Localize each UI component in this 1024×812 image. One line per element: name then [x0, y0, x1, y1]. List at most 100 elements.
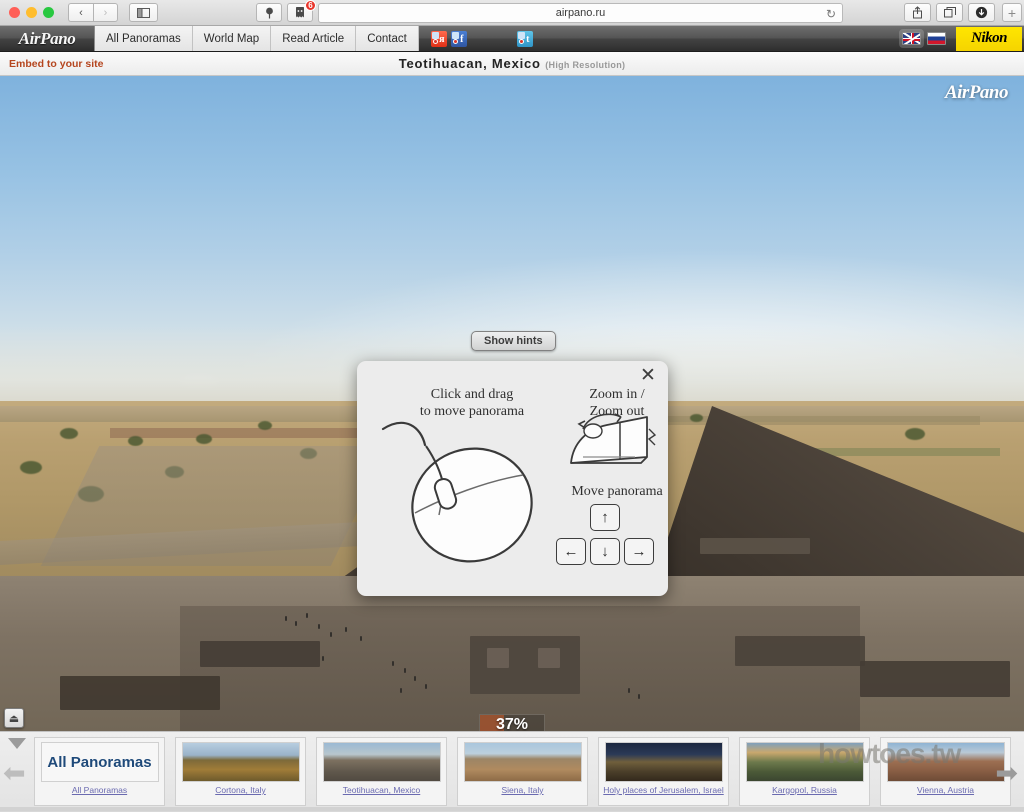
thumbnail-item-kargopol[interactable]: Kargopol, Russia — [739, 737, 870, 806]
en-flag-h2 — [903, 38, 920, 41]
nav-item-contact[interactable]: Contact — [356, 26, 419, 51]
nav-item-all-panoramas[interactable]: All Panoramas — [95, 26, 193, 51]
address-area: 6 airpano.ru ↻ — [256, 0, 843, 23]
address-input[interactable]: airpano.ru ↻ — [318, 2, 843, 23]
thumbnail-label[interactable]: Teotihuacan, Mexico — [320, 785, 444, 795]
ruin-mid-wall — [700, 538, 810, 554]
thumbnail-item-cortona[interactable]: Cortona, Italy — [175, 737, 306, 806]
visitor — [360, 636, 362, 641]
url-text: airpano.ru — [555, 6, 606, 19]
thumbnail-image — [604, 742, 723, 782]
visitor — [345, 627, 347, 632]
airpano-logo[interactable]: AirPano — [0, 26, 94, 51]
altar-inner-1 — [487, 648, 509, 668]
thumbnail-label[interactable]: Cortona, Italy — [179, 785, 303, 795]
thumbnail-item-all-panoramas[interactable]: All Panoramas All Panoramas — [34, 737, 165, 806]
vk-dot — [431, 31, 439, 39]
tw-dot — [517, 31, 525, 39]
panorama-title: Teotihuacan, Mexico (High Resolution) — [0, 56, 1024, 71]
horizontal-scrollbar[interactable] — [0, 807, 1024, 811]
pin-icon[interactable] — [256, 3, 282, 22]
minimize-window-button[interactable] — [26, 7, 37, 18]
thumbnail-label[interactable]: Kargopol, Russia — [743, 785, 867, 795]
visitor — [404, 668, 406, 673]
fb-badge — [452, 38, 458, 44]
facebook-icon[interactable]: f — [450, 30, 467, 47]
adblock-badge: 6 — [305, 0, 316, 11]
navigation-buttons: ‹ › — [68, 3, 118, 22]
altar-inner-2 — [538, 648, 560, 668]
thumbnail-image: All Panoramas — [40, 742, 159, 782]
close-icon[interactable]: ✕ — [639, 366, 657, 385]
fb-dot — [451, 31, 459, 39]
ruin-left-1 — [200, 641, 320, 667]
scroll-wheel-illustration-icon — [570, 413, 657, 464]
vk-glyph: я — [439, 34, 445, 45]
visitor — [638, 694, 640, 699]
pin-glyph — [265, 7, 273, 18]
panorama-viewport[interactable]: AirPano Show hints 37% ✕ Click and drag … — [0, 76, 1024, 731]
thumbnail-image — [886, 742, 1005, 782]
thumbnail-label[interactable]: Siena, Italy — [461, 785, 585, 795]
key-right-icon[interactable]: → — [624, 538, 654, 565]
loading-progress-bar: 37% — [479, 714, 545, 731]
filmstrip-next-button[interactable]: ➡ — [995, 760, 1018, 787]
browser-toolbar: ‹ › 6 airpano.ru ↻ + — [0, 0, 1024, 26]
vkontakte-icon[interactable]: я — [430, 30, 447, 47]
nikon-sponsor-logo[interactable]: Nikon — [956, 26, 1022, 51]
thumbnail-item-siena[interactable]: Siena, Italy — [457, 737, 588, 806]
downloads-button[interactable] — [968, 3, 995, 22]
ruin-right-1 — [735, 636, 865, 666]
key-up-icon[interactable]: ↑ — [590, 504, 620, 531]
filmstrip-left-controls: ⬅ — [0, 732, 34, 812]
en-flag-icon[interactable] — [899, 29, 924, 48]
visitor — [322, 656, 324, 661]
share-button[interactable] — [904, 3, 931, 22]
tree-5 — [258, 421, 272, 430]
collapse-triangle-icon[interactable] — [8, 738, 26, 749]
social-group-two: t — [516, 26, 533, 51]
tree-10 — [690, 414, 703, 422]
thumbnail-label[interactable]: Vienna, Austria — [884, 785, 1008, 795]
airpano-watermark: AirPano — [944, 82, 1009, 103]
forward-button[interactable]: › — [93, 3, 118, 22]
thumbnail-label[interactable]: All Panoramas — [38, 785, 162, 795]
adblock-shield-icon[interactable]: 6 — [287, 0, 316, 22]
sidebar-icon[interactable] — [129, 3, 158, 22]
filmstrip-prev-button[interactable]: ⬅ — [3, 760, 26, 787]
sidebar-glyph — [137, 7, 150, 18]
thumbnail-filmstrip: ⬅ All Panoramas All Panoramas Cortona, I… — [0, 731, 1024, 811]
tree-4 — [196, 434, 212, 444]
loading-progress-label: 37% — [495, 716, 529, 731]
nav-item-world-map[interactable]: World Map — [193, 26, 272, 51]
key-left-icon[interactable]: ← — [556, 538, 586, 565]
show-tabs-button[interactable] — [936, 3, 963, 22]
thumbnail-item-vienna[interactable]: Vienna, Austria — [880, 737, 1011, 806]
ru-flag-icon[interactable] — [927, 32, 946, 45]
reload-icon[interactable]: ↻ — [826, 7, 836, 21]
twitter-icon[interactable]: t — [516, 30, 533, 47]
tree-1 — [60, 428, 78, 439]
thumbnail-item-teotihuacan[interactable]: Teotihuacan, Mexico — [316, 737, 447, 806]
visitor — [285, 616, 287, 621]
tree-2 — [128, 436, 143, 446]
key-down-icon[interactable]: ↓ — [590, 538, 620, 565]
visitor — [400, 688, 402, 693]
eject-filmstrip-button[interactable]: ⏏ — [4, 708, 24, 728]
back-button[interactable]: ‹ — [68, 3, 93, 22]
shield-glyph — [296, 6, 304, 17]
visitor — [392, 661, 394, 666]
maximize-window-button[interactable] — [43, 7, 54, 18]
thumbnail-image — [745, 742, 864, 782]
thumbnail-label[interactable]: Holy places of Jerusalem, Israel — [602, 785, 726, 795]
sub-header: Embed to your site Teotihuacan, Mexico (… — [0, 52, 1024, 76]
thumbnail-image — [322, 742, 441, 782]
thumbnail-image — [181, 742, 300, 782]
main-navigation: All Panoramas World Map Read Article Con… — [94, 26, 419, 51]
show-hints-button[interactable]: Show hints — [471, 331, 556, 351]
thumbnail-item-jerusalem[interactable]: Holy places of Jerusalem, Israel — [598, 737, 729, 806]
close-window-button[interactable] — [9, 7, 20, 18]
download-glyph — [975, 6, 988, 19]
nav-item-read-article[interactable]: Read Article — [271, 26, 357, 51]
new-tab-button[interactable]: + — [1002, 3, 1022, 22]
